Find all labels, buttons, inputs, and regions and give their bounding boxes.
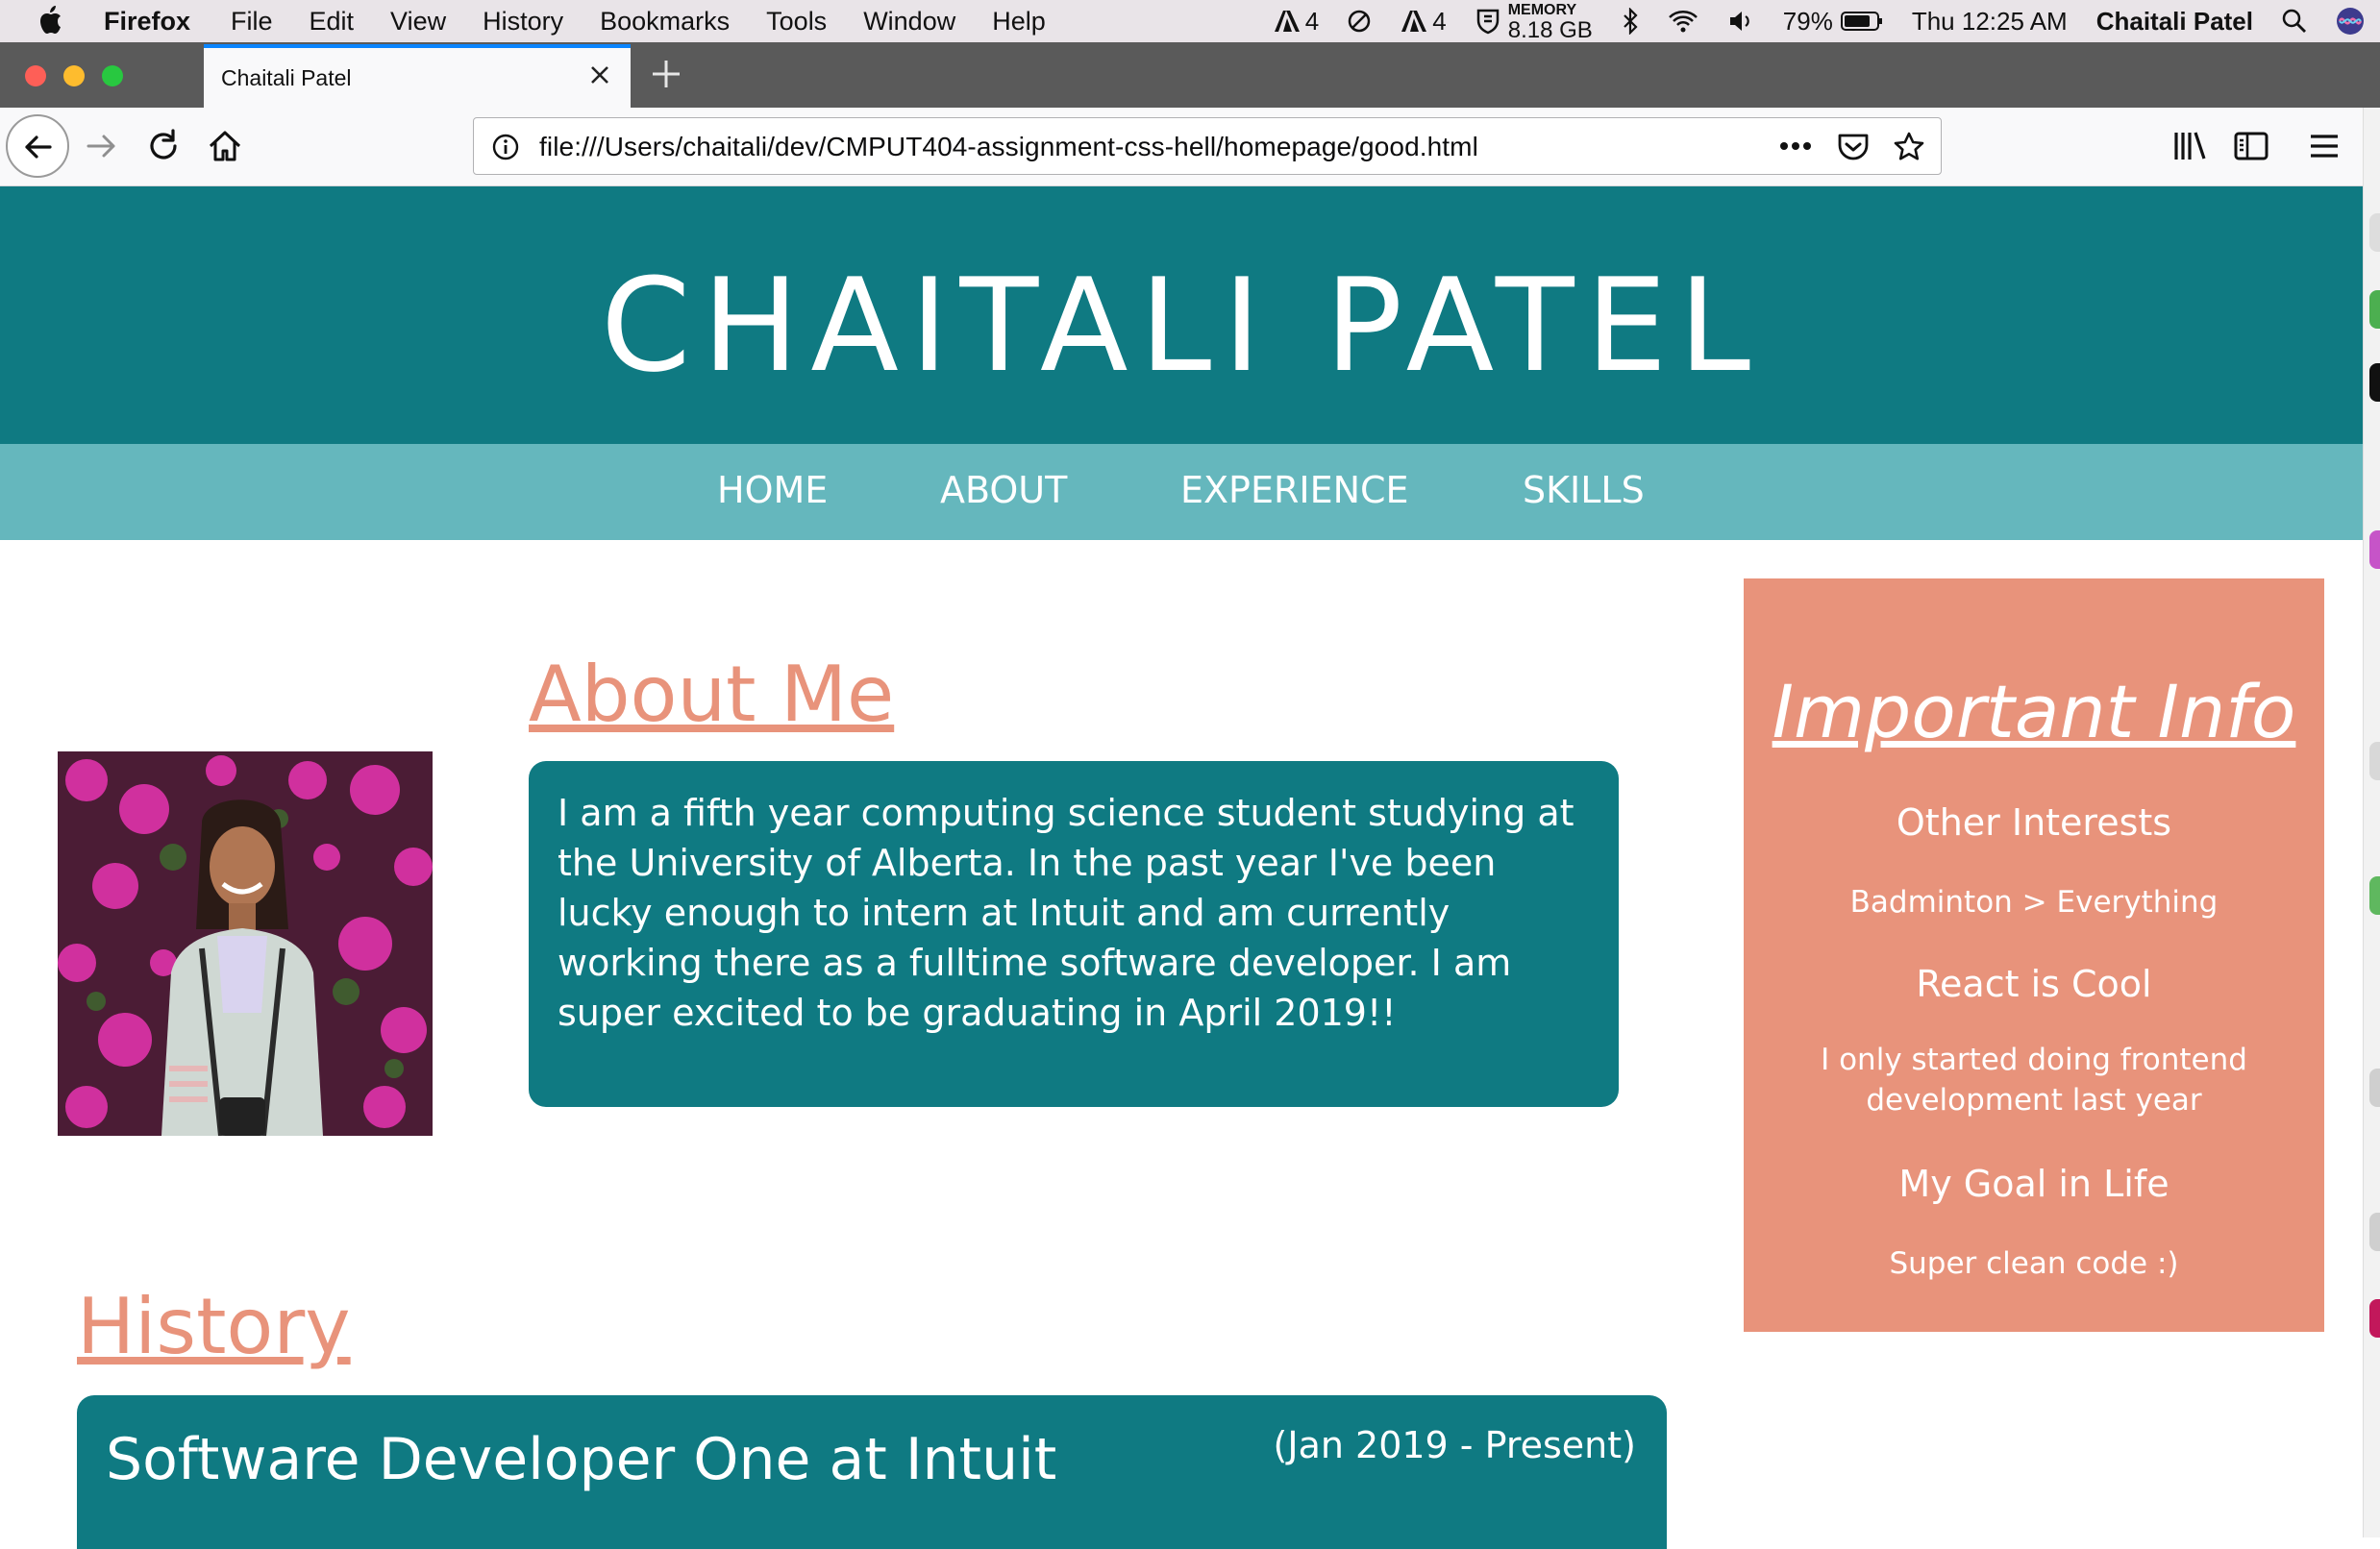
forward-arrow-icon[interactable]: [83, 127, 121, 165]
siri[interactable]: [2336, 7, 2365, 36]
menu-list: File Edit View History Bookmarks Tools W…: [231, 7, 1082, 37]
adobe-status-1[interactable]: 4: [1273, 7, 1319, 37]
more-actions-icon[interactable]: [1779, 141, 1812, 151]
adobe-status-2[interactable]: 4: [1400, 6, 1447, 37]
bookmark-star-icon[interactable]: [1893, 131, 1925, 163]
dock-item[interactable]: [2369, 1069, 2380, 1107]
nav-experience[interactable]: EXPERIENCE: [1180, 469, 1409, 511]
user-name: Chaitali Patel: [2095, 6, 2253, 36]
tab-active[interactable]: Chaitali Patel: [204, 44, 631, 108]
dock-item[interactable]: [2369, 742, 2380, 780]
memory-value: 8.18 GB: [1507, 17, 1593, 43]
adobe-icon: [1401, 11, 1427, 32]
macos-menu-bar: Firefox File Edit View History Bookmarks…: [0, 0, 2380, 42]
sidebar-heading-goal: My Goal in Life: [1898, 1163, 2169, 1205]
site-header: CHAITALI PATEL: [0, 186, 2363, 444]
new-tab-icon[interactable]: [650, 58, 682, 90]
sidebar-text-interests: Badminton > Everything: [1849, 885, 2219, 920]
dock-item[interactable]: [2369, 290, 2380, 329]
url-text[interactable]: file:///Users/chaitali/dev/CMPUT404-assi…: [539, 132, 1478, 162]
close-tab-icon[interactable]: [586, 61, 613, 88]
sidebar-title: Important Info: [1772, 669, 2296, 754]
dock-item[interactable]: [2369, 213, 2380, 252]
tab-title: Chaitali Patel: [221, 65, 352, 90]
apple-icon[interactable]: [38, 4, 65, 37]
menu-history[interactable]: History: [483, 7, 563, 37]
menu-file[interactable]: File: [231, 7, 273, 37]
info-icon[interactable]: [491, 133, 520, 161]
about-heading: About Me: [529, 650, 895, 739]
about-card: I am a fifth year computing science stud…: [529, 761, 1619, 1107]
minimize-window-button[interactable]: [63, 65, 85, 86]
volume-status[interactable]: [1727, 9, 1754, 34]
browser-toolbar: file:///Users/chaitali/dev/CMPUT404-assi…: [0, 108, 2380, 186]
url-bar[interactable]: file:///Users/chaitali/dev/CMPUT404-assi…: [473, 117, 1942, 175]
profile-photo-illustration: [58, 751, 433, 1136]
pocket-icon[interactable]: [1837, 132, 1870, 162]
status-area: 4 4 MEMORY 8.18 GB 79% Thu 12:25 AM Chai…: [1273, 0, 2380, 42]
back-button[interactable]: [6, 114, 69, 178]
job-role: Software Developer One at Intuit: [106, 1426, 1057, 1493]
memory-readout: MEMORY 8.18 GB: [1507, 1, 1593, 43]
library-icon[interactable]: [2170, 127, 2209, 165]
wifi-status[interactable]: [1668, 9, 1698, 34]
user-menu[interactable]: Chaitali Patel: [2096, 7, 2253, 37]
block-icon: [1349, 10, 1371, 33]
site-title: CHAITALI PATEL: [600, 251, 1763, 401]
battery-icon: [1840, 12, 1882, 31]
dock-item[interactable]: [2369, 876, 2380, 915]
sidebar-heading-interests: Other Interests: [1896, 801, 2172, 844]
clock-text: Thu 12:25 AM: [1911, 6, 2068, 36]
nav-skills[interactable]: SKILLS: [1523, 469, 1645, 511]
menu-help[interactable]: Help: [992, 7, 1046, 37]
adobe-icon: [1274, 11, 1300, 32]
wifi-icon: [1668, 11, 1698, 33]
about-text: I am a fifth year computing science stud…: [558, 792, 1574, 1034]
search-icon: [2282, 9, 2306, 33]
adobe-count: 4: [1304, 6, 1320, 36]
history-heading: History: [77, 1282, 351, 1371]
menu-edit[interactable]: Edit: [310, 7, 355, 37]
menu-window[interactable]: Window: [863, 7, 955, 37]
bluetooth-icon: [1624, 8, 1638, 35]
zoom-window-button[interactable]: [102, 65, 123, 86]
dock-item[interactable]: [2369, 363, 2380, 402]
sidebar-heading-react: React is Cool: [1916, 963, 2152, 1005]
spotlight[interactable]: [2282, 9, 2307, 34]
adobe-count: 4: [1432, 6, 1447, 36]
profile-photo: [58, 751, 433, 1136]
job-card: Software Developer One at Intuit (Jan 20…: [77, 1395, 1667, 1549]
important-info-sidebar: Important Info Other Interests Badminton…: [1744, 578, 2324, 1332]
reload-icon[interactable]: [144, 127, 183, 165]
back-arrow-icon: [25, 135, 52, 159]
job-dates: (Jan 2019 - Present): [1273, 1424, 1636, 1466]
dock-edge: [2363, 108, 2380, 1537]
nav-about[interactable]: ABOUT: [940, 469, 1067, 511]
dock-item[interactable]: [2369, 1213, 2380, 1251]
memory-status[interactable]: MEMORY 8.18 GB: [1475, 1, 1593, 43]
tab-strip: Chaitali Patel: [0, 42, 2380, 108]
dock-item[interactable]: [2369, 530, 2380, 569]
sidebar-text-react: I only started doing frontend developmen…: [1821, 1043, 2247, 1118]
nav-home[interactable]: HOME: [717, 469, 828, 511]
block-status[interactable]: [1348, 10, 1371, 33]
battery-percent: 79%: [1782, 6, 1833, 36]
dock-item[interactable]: [2369, 1299, 2380, 1338]
clock[interactable]: Thu 12:25 AM: [1912, 7, 2068, 37]
hamburger-menu-icon[interactable]: [2305, 127, 2343, 165]
bluetooth-status[interactable]: [1622, 8, 1639, 35]
menu-app-name[interactable]: Firefox: [104, 7, 190, 37]
battery-status[interactable]: 79%: [1783, 7, 1883, 37]
home-icon[interactable]: [206, 127, 244, 165]
siri-icon: [2337, 8, 2364, 35]
menu-bookmarks[interactable]: Bookmarks: [600, 7, 730, 37]
sidebar-text-goal: Super clean code :): [1889, 1246, 2179, 1281]
shield-icon: [1476, 9, 1499, 35]
menu-tools[interactable]: Tools: [766, 7, 827, 37]
volume-icon: [1729, 12, 1749, 31]
menu-view[interactable]: View: [390, 7, 446, 37]
close-window-button[interactable]: [25, 65, 46, 86]
site-nav: HOME ABOUT EXPERIENCE SKILLS: [0, 444, 2363, 540]
sidebar-toggle-icon[interactable]: [2232, 127, 2270, 165]
